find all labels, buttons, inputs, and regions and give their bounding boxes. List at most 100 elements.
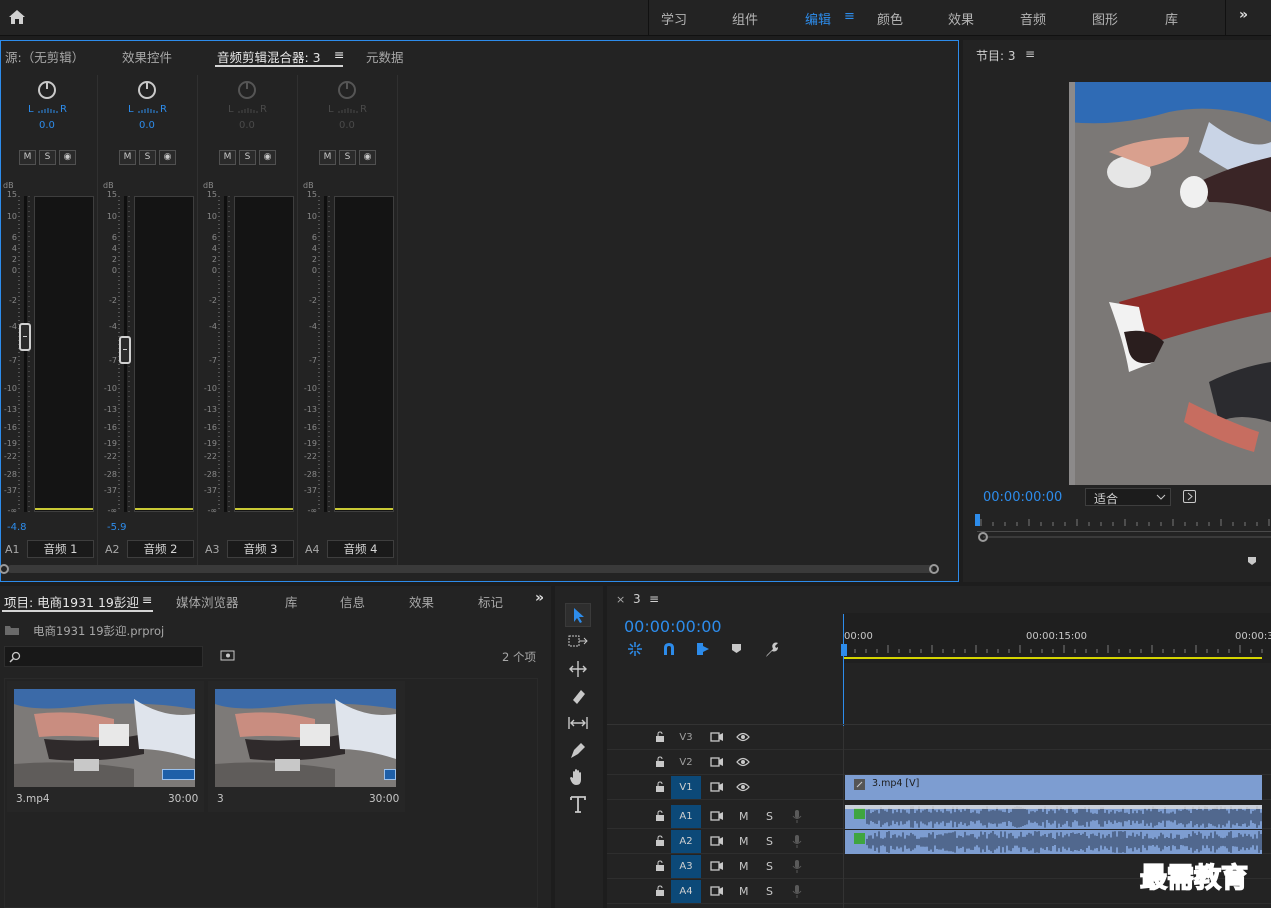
workspace-assembly[interactable]: 组件	[732, 9, 758, 28]
lock-icon[interactable]	[655, 885, 665, 897]
tab-markers[interactable]: 标记	[478, 592, 503, 611]
pan-knob[interactable]	[38, 81, 56, 99]
sequence-tab[interactable]: 3	[633, 592, 641, 606]
tab-project[interactable]: 项目: 电商1931 19彭迎	[4, 592, 139, 611]
ripple-edit-icon[interactable]	[567, 659, 589, 679]
track-target-toggle[interactable]: A4	[671, 880, 701, 903]
record-keyframes-button[interactable]: ◉	[159, 150, 176, 165]
fader-value[interactable]: -4.8	[7, 522, 27, 533]
mute-button[interactable]: M	[19, 150, 36, 165]
solo-button[interactable]: S	[139, 150, 156, 165]
more-panels-icon[interactable]: »	[535, 590, 544, 606]
fit-dropdown[interactable]: 适合	[1085, 488, 1171, 506]
home-icon[interactable]	[8, 8, 26, 26]
tab-info[interactable]: 信息	[340, 592, 365, 611]
workspace-color[interactable]: 颜色	[877, 9, 903, 28]
project-item-card[interactable]: 3 30:00	[208, 681, 405, 812]
audio-clip-a1[interactable]	[845, 805, 1262, 829]
sync-lock-icon[interactable]	[710, 731, 724, 743]
project-menu-icon[interactable]: ≡	[142, 592, 152, 607]
playhead-handle[interactable]	[841, 644, 847, 656]
solo-button[interactable]: S	[39, 150, 56, 165]
new-search-bin-icon[interactable]	[220, 649, 236, 662]
program-menu-icon[interactable]: ≡	[1025, 47, 1035, 61]
microphone-icon[interactable]	[792, 884, 802, 899]
nest-sequence-icon[interactable]	[627, 641, 643, 657]
scroll-start-handle[interactable]	[0, 564, 9, 574]
program-timecode[interactable]: 00:00:00:00	[983, 490, 1062, 505]
eye-icon[interactable]	[736, 782, 750, 792]
lock-icon[interactable]	[655, 731, 665, 743]
lock-icon[interactable]	[655, 781, 665, 793]
workspace-menu-icon[interactable]: ≡	[844, 9, 855, 24]
mute-button[interactable]: M	[119, 150, 136, 165]
track-target-toggle[interactable]: V2	[671, 751, 701, 774]
hand-icon[interactable]	[567, 767, 589, 787]
track-target-toggle[interactable]: A1	[671, 805, 701, 828]
workspace-editing[interactable]: 编辑	[805, 9, 831, 28]
sync-lock-icon[interactable]	[710, 885, 724, 897]
pan-knob[interactable]	[138, 81, 156, 99]
track-target-toggle[interactable]: A2	[671, 830, 701, 853]
sync-lock-icon[interactable]	[710, 810, 724, 822]
eye-icon[interactable]	[736, 757, 750, 767]
timeline-ruler[interactable]: 00:00 00:00:15:00 00:00:3	[844, 613, 1271, 663]
track-select-icon[interactable]	[567, 632, 589, 652]
export-frame-icon[interactable]	[1183, 490, 1196, 503]
eye-icon[interactable]	[736, 732, 750, 742]
close-sequence-icon[interactable]: ×	[616, 593, 625, 606]
workspace-libraries[interactable]: 库	[1165, 9, 1178, 28]
tab-audio-clip-mixer[interactable]: 音频剪辑混合器: 3	[217, 47, 321, 66]
program-playhead[interactable]	[975, 514, 980, 526]
microphone-icon[interactable]	[792, 834, 802, 849]
track-name-field[interactable]: 音频 2	[127, 540, 194, 558]
search-input[interactable]	[23, 648, 199, 665]
fader-track[interactable]	[24, 196, 27, 512]
razor-icon[interactable]	[567, 686, 589, 706]
track-name-field[interactable]: 音频 3	[227, 540, 294, 558]
workspace-learn[interactable]: 学习	[661, 9, 687, 28]
zoom-handle[interactable]	[978, 532, 988, 542]
track-name-field[interactable]: 音频 1	[27, 540, 94, 558]
fader-track[interactable]	[224, 196, 227, 512]
solo-button[interactable]: S	[239, 150, 256, 165]
mute-track-button[interactable]: M	[739, 885, 749, 898]
search-field[interactable]	[4, 646, 203, 667]
mute-button[interactable]: M	[319, 150, 336, 165]
mute-track-button[interactable]: M	[739, 835, 749, 848]
tab-menu-icon[interactable]: ≡	[334, 47, 344, 62]
type-tool-icon[interactable]	[567, 794, 589, 814]
tab-libraries[interactable]: 库	[285, 592, 298, 611]
track-target-toggle[interactable]: V3	[671, 726, 701, 749]
timeline-timecode[interactable]: 00:00:00:00	[624, 617, 722, 636]
record-keyframes-button[interactable]: ◉	[359, 150, 376, 165]
sync-lock-icon[interactable]	[710, 835, 724, 847]
record-keyframes-button[interactable]: ◉	[59, 150, 76, 165]
solo-track-button[interactable]: S	[766, 810, 773, 823]
volume-fader-handle[interactable]	[119, 335, 131, 364]
more-workspaces-icon[interactable]: »	[1239, 7, 1248, 23]
snap-magnet-icon[interactable]	[661, 641, 677, 657]
lock-icon[interactable]	[655, 835, 665, 847]
lock-icon[interactable]	[655, 860, 665, 872]
workspace-audio[interactable]: 音频	[1020, 9, 1046, 28]
solo-button[interactable]: S	[339, 150, 356, 165]
selection-tool[interactable]	[565, 603, 591, 627]
project-item-card[interactable]: 3.mp4 30:00	[7, 681, 204, 812]
lock-icon[interactable]	[655, 756, 665, 768]
workspace-graphics[interactable]: 图形	[1092, 9, 1118, 28]
tab-effect-controls[interactable]: 效果控件	[122, 47, 172, 66]
microphone-icon[interactable]	[792, 809, 802, 824]
tab-metadata[interactable]: 元数据	[366, 47, 404, 66]
video-clip[interactable]: 3.mp4 [V]	[845, 775, 1262, 800]
zoom-bar[interactable]	[983, 536, 1271, 538]
slip-icon[interactable]	[567, 713, 589, 733]
track-target-toggle[interactable]: A3	[671, 855, 701, 878]
sync-lock-icon[interactable]	[710, 781, 724, 793]
volume-fader-handle[interactable]	[19, 323, 31, 352]
linked-selection-icon[interactable]	[695, 641, 711, 657]
sync-lock-icon[interactable]	[710, 756, 724, 768]
mute-track-button[interactable]: M	[739, 810, 749, 823]
solo-track-button[interactable]: S	[766, 885, 773, 898]
tab-effects[interactable]: 效果	[409, 592, 434, 611]
